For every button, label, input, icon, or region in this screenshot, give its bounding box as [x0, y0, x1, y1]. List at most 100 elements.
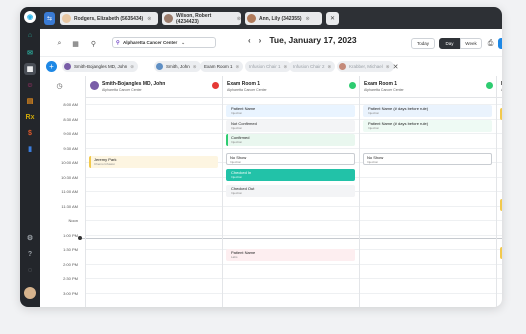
- remove-filter-icon[interactable]: ⊗: [130, 64, 134, 70]
- column-header[interactable]: Exam Room 1 Alpharetta Cancer Center: [360, 76, 496, 98]
- previous-day-button[interactable]: ‹: [248, 36, 251, 45]
- schedule-column: Smith-Bojangles MD, John Alpharetta Cance…: [85, 76, 222, 307]
- remove-filter-icon[interactable]: ⊗: [284, 64, 288, 70]
- calendar-icon[interactable]: ▦: [24, 63, 36, 75]
- hour-gridline: [86, 292, 222, 294]
- remove-filter-icon[interactable]: ⊗: [193, 64, 197, 70]
- settings-icon[interactable]: ⚙: [24, 232, 36, 244]
- appointment-card[interactable]: No Show Injection: [226, 152, 355, 165]
- appointment-card[interactable]: Patient Name (# days before rule) Injecti…: [363, 119, 492, 132]
- hour-gridline: [223, 234, 359, 236]
- filter-icon[interactable]: ⚲: [88, 38, 99, 49]
- appointment-card[interactable]: Patient Name Injection: [226, 105, 355, 117]
- home-icon[interactable]: ⌂: [24, 29, 36, 41]
- time-label: 1:30 PM: [63, 247, 78, 252]
- patient-tab[interactable]: Wilson, Robert (4234423) ⊗: [162, 12, 241, 25]
- hour-gridline: [497, 147, 502, 149]
- hour-gridline: [360, 249, 496, 250]
- filter-chip[interactable]: Smith, John ⊗: [154, 61, 201, 72]
- add-appointment-button[interactable]: +: [498, 38, 502, 49]
- column-header[interactable]: Smith-Bojangles MD, John Alpharetta Cance…: [86, 76, 222, 98]
- appointment-type: Injection: [231, 140, 243, 144]
- hour-gridline: [86, 147, 222, 149]
- avatar: [339, 63, 346, 70]
- remove-filter-icon[interactable]: ⊗: [236, 64, 240, 70]
- week-view-button[interactable]: Week: [460, 38, 482, 49]
- filter-chip[interactable]: Infusion Chair 1 ⊗: [245, 61, 292, 72]
- app-window: ◉ ⌂ ✉ ▦ ☺ ▤ Rx $ ▮ ⚙? ◌ ● ⇆ ✕ Rodgers, Elizabeth (5…: [20, 7, 502, 307]
- orders-icon[interactable]: ▤: [24, 95, 36, 107]
- filter-chip-label: Krabber, Michael: [349, 64, 383, 69]
- appointment-type: Injection: [367, 159, 379, 164]
- analytics-icon[interactable]: ▮: [24, 143, 36, 155]
- hour-gridline: [86, 118, 222, 120]
- patient-tab-label: Rodgers, Elizabeth (5635434): [74, 15, 144, 22]
- time-axis: ◷ 8:00 AM 8:30 AM 9:00 AM 9:30 AM 10:00 AM 10:…: [40, 76, 85, 307]
- add-filter-button[interactable]: +: [46, 61, 57, 72]
- filter-chip[interactable]: Exam Room 1 ⊗: [200, 61, 244, 72]
- appointment-type: Injection: [230, 159, 242, 164]
- reports-icon[interactable]: Rx: [24, 111, 36, 123]
- appointment-card[interactable]: John StChemo Inf: [500, 199, 502, 212]
- today-button[interactable]: Today: [411, 38, 435, 49]
- appointment-type: Labs: [231, 254, 238, 259]
- filter-chip-label: Infusion Chair 1: [249, 64, 281, 69]
- time-label: 3:00 PM: [63, 290, 78, 296]
- day-view-button[interactable]: Day: [439, 38, 460, 49]
- column-title: Smith-Bojangles MD, John: [102, 81, 166, 87]
- appointment-card[interactable]: Patient Name (# days before rule) Injecti…: [363, 105, 492, 117]
- appointment-card[interactable]: Jeremy Park Chemo Infusion: [89, 155, 218, 168]
- date-navigator: ‹ › Tue, January 17, 2023: [248, 35, 357, 45]
- calendar-view-icon[interactable]: ▦: [70, 38, 81, 49]
- app-logo-icon[interactable]: ◉: [24, 11, 36, 23]
- patient-tab[interactable]: Rodgers, Elizabeth (5635434) ⊗: [60, 12, 158, 25]
- chevron-down-icon: ⌄: [181, 39, 186, 45]
- column-subtitle: Alpharetta: [501, 88, 502, 92]
- time-label: 10:30 AM: [61, 174, 78, 180]
- time-label: 8:00 AM: [63, 102, 78, 107]
- appointment-type: Injection: [231, 111, 243, 115]
- appointment-card[interactable]: Patient Name Labs: [226, 248, 355, 261]
- column-header[interactable]: Exam Room 1 Alpharetta Cancer Center: [223, 76, 359, 98]
- patients-icon[interactable]: ☺: [24, 79, 36, 91]
- appointment-card[interactable]: Checked In Injection: [226, 168, 355, 181]
- billing-icon[interactable]: $: [24, 127, 36, 139]
- patient-tab-label: Ann, Lily (342355): [259, 15, 302, 22]
- location-select[interactable]: ⚲ Alpharetta Cancer Center ⌄: [112, 37, 216, 48]
- appointment-card[interactable]: Checked Out Injection: [226, 184, 355, 197]
- filter-chip[interactable]: Infusion Chair 2 ⊗: [289, 61, 336, 72]
- user-avatar[interactable]: ●: [24, 287, 36, 299]
- clock-icon: ◷: [56, 82, 63, 90]
- appointment-card[interactable]: John StChemo Inf: [500, 247, 502, 260]
- hour-gridline: [360, 220, 496, 221]
- remove-filter-icon[interactable]: ⊗: [328, 64, 332, 70]
- support-icon[interactable]: ◌: [24, 264, 36, 276]
- schedule-column: Exam Room 1 Alpharetta Cancer Center Patie…: [359, 76, 496, 307]
- appointment-card[interactable]: No Show Injection: [363, 152, 492, 165]
- appointment-card[interactable]: Not Confirmed Injection: [226, 119, 355, 132]
- remove-filter-icon[interactable]: ⊗: [386, 64, 390, 70]
- close-tab-icon[interactable]: ⊗: [147, 16, 151, 22]
- open-patient-icon[interactable]: ⇆: [44, 12, 55, 25]
- next-day-button[interactable]: ›: [259, 36, 262, 45]
- appointment-card[interactable]: Lou HopChemo Inf: [500, 107, 502, 120]
- help-icon[interactable]: ?: [24, 248, 36, 260]
- close-icon[interactable]: ✕: [326, 12, 339, 25]
- patient-tab[interactable]: Ann, Lily (342355) ⊗: [245, 12, 322, 25]
- column-header[interactable]: InfusionAlpharetta: [497, 76, 502, 98]
- print-icon[interactable]: ⎙: [485, 38, 496, 49]
- hour-gridline: [497, 234, 502, 236]
- close-tab-icon[interactable]: ⊗: [306, 16, 310, 22]
- filter-chip[interactable]: Krabber, Michael ⊗: [337, 61, 394, 72]
- current-date: Tue, January 17, 2023: [269, 35, 357, 45]
- clear-filters-icon[interactable]: ✕: [390, 61, 401, 72]
- close-tab-icon[interactable]: ⊗: [237, 16, 241, 22]
- hour-gridline: [86, 220, 222, 221]
- resource-filter-bar: + Smith-Bojangles MD, John ⊗ Smith, John ⊗ E…: [40, 58, 502, 75]
- tasks-icon[interactable]: ✉: [24, 47, 36, 59]
- hour-gridline: [86, 133, 222, 134]
- filter-chip[interactable]: Smith-Bojangles MD, John ⊗: [62, 61, 139, 72]
- appointment-card[interactable]: Confirmed Injection: [226, 134, 355, 146]
- time-label: 9:30 AM: [63, 145, 78, 151]
- search-icon[interactable]: ⌕: [54, 38, 65, 49]
